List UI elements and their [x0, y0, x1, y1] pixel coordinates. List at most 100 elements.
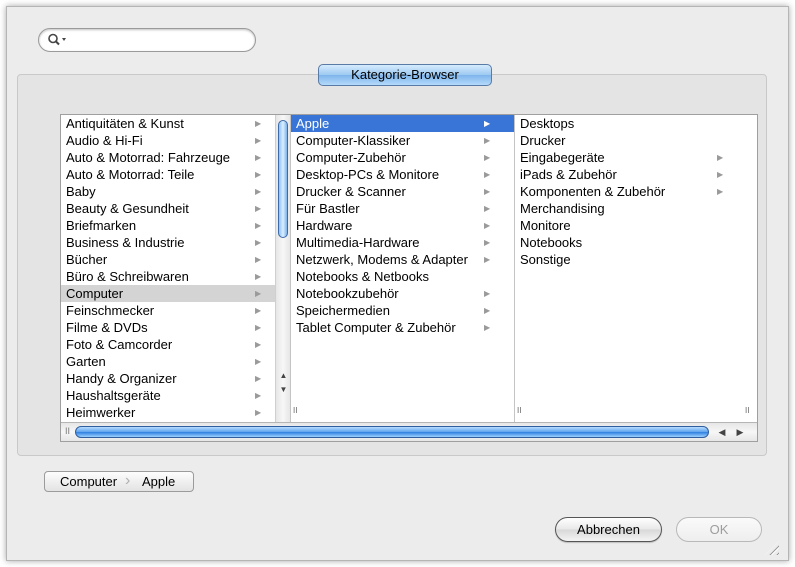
list-item-label: Handy & Organizer: [66, 371, 177, 386]
browser-column-2[interactable]: Apple ▶ Computer-Klassiker ▶ Computer-Zubehö…: [291, 115, 515, 422]
search-input[interactable]: [69, 32, 249, 48]
groupbox-title: Kategorie-Browser: [318, 64, 492, 86]
column-resize-grip-icon[interactable]: II: [745, 406, 749, 415]
list-item[interactable]: Netzwerk, Modems & Adapter ▶: [291, 251, 514, 268]
scroll-thumb[interactable]: [278, 120, 288, 238]
list-item[interactable]: Multimedia-Hardware ▶: [291, 234, 514, 251]
list-item[interactable]: Desktop-PCs & Monitore ▶: [291, 166, 514, 183]
list-item-label: Feinschmecker: [66, 303, 155, 318]
list-item[interactable]: Heimwerker ▶: [61, 404, 290, 421]
column-resize-grip-icon[interactable]: II: [293, 406, 297, 415]
list-item-label: iPads & Zubehör: [520, 167, 617, 182]
disclosure-arrow-icon: ▶: [484, 323, 491, 332]
list-item[interactable]: Hardware ▶: [291, 217, 514, 234]
list-item-label: Computer-Zubehör: [296, 150, 406, 165]
list-item[interactable]: Haushaltsgeräte ▶: [61, 387, 290, 404]
disclosure-arrow-icon: ▶: [484, 153, 491, 162]
scroll-left-icon[interactable]: ◀: [713, 425, 731, 440]
list-item-label: Auto & Motorrad: Fahrzeuge: [66, 150, 231, 165]
scroll-grip-icon: II: [65, 426, 71, 436]
list-item[interactable]: Beauty & Gesundheit ▶: [61, 200, 290, 217]
list-item[interactable]: Business & Industrie ▶: [61, 234, 290, 251]
list-item[interactable]: iPads & Zubehör ▶: [515, 166, 759, 183]
disclosure-arrow-icon: ▶: [717, 187, 724, 196]
disclosure-arrow-icon: ▶: [484, 136, 491, 145]
list-item[interactable]: Eingabegeräte ▶: [515, 149, 759, 166]
list-item[interactable]: Computer-Zubehör ▶: [291, 149, 514, 166]
list-item[interactable]: Bücher ▶: [61, 251, 290, 268]
ok-button[interactable]: OK: [676, 517, 762, 542]
list-item[interactable]: Apple ▶: [291, 115, 514, 132]
path-control[interactable]: Computer › Apple: [44, 471, 194, 492]
disclosure-arrow-icon: ▶: [255, 323, 262, 332]
list-item[interactable]: Auto & Motorrad: Teile ▶: [61, 166, 290, 183]
list-item[interactable]: Monitore: [515, 217, 759, 234]
search-field[interactable]: [38, 28, 256, 52]
list-item[interactable]: Notebooks: [515, 234, 759, 251]
list-item[interactable]: Sonstige: [515, 251, 759, 268]
disclosure-arrow-icon: ▶: [255, 289, 262, 298]
list-item[interactable]: Drucker & Scanner ▶: [291, 183, 514, 200]
list-item[interactable]: Handy & Organizer ▶: [61, 370, 290, 387]
browser-column-3[interactable]: Desktops Drucker Eingabegeräte ▶ iPads & Zub…: [515, 115, 759, 422]
disclosure-arrow-icon: ▶: [255, 255, 262, 264]
list-item[interactable]: Notebookzubehör ▶: [291, 285, 514, 302]
category-browser[interactable]: Antiquitäten & Kunst ▶ Audio & Hi-Fi ▶ Auto …: [60, 114, 758, 442]
list-item[interactable]: Auto & Motorrad: Fahrzeuge ▶: [61, 149, 290, 166]
list-item-label: Für Bastler: [296, 201, 360, 216]
disclosure-arrow-icon: ▶: [255, 408, 262, 417]
path-segment-apple[interactable]: Apple: [142, 472, 175, 491]
list-item-label: Auto & Motorrad: Teile: [66, 167, 195, 182]
path-segment-computer[interactable]: Computer: [60, 472, 117, 491]
list-item[interactable]: Drucker: [515, 132, 759, 149]
list-item[interactable]: Feinschmecker ▶: [61, 302, 290, 319]
list-item[interactable]: Tablet Computer & Zubehör ▶: [291, 319, 514, 336]
list-item-label: Notebooks & Netbooks: [296, 269, 429, 284]
disclosure-arrow-icon: ▶: [255, 187, 262, 196]
scroll-arrows[interactable]: ▲ ▼: [277, 369, 290, 399]
list-item-label: Foto & Camcorder: [66, 337, 173, 352]
disclosure-arrow-icon: ▶: [255, 272, 262, 281]
list-item[interactable]: Komponenten & Zubehör ▶: [515, 183, 759, 200]
list-item[interactable]: Computer-Klassiker ▶: [291, 132, 514, 149]
list-item[interactable]: Baby ▶: [61, 183, 290, 200]
list-item[interactable]: Antiquitäten & Kunst ▶: [61, 115, 290, 132]
list-item[interactable]: Garten ▶: [61, 353, 290, 370]
list-item[interactable]: Desktops: [515, 115, 759, 132]
list-item[interactable]: Foto & Camcorder ▶: [61, 336, 290, 353]
disclosure-arrow-icon: ▶: [255, 374, 262, 383]
list-item[interactable]: Filme & DVDs ▶: [61, 319, 290, 336]
list-item-label: Apple: [296, 116, 330, 131]
scroll-arrows[interactable]: ◀ ▶: [713, 425, 755, 440]
list-item[interactable]: Notebooks & Netbooks: [291, 268, 514, 285]
scroll-up-icon[interactable]: ▲: [277, 369, 290, 383]
list-item[interactable]: Merchandising: [515, 200, 759, 217]
list-item[interactable]: Speichermedien ▶: [291, 302, 514, 319]
list-item-label: Tablet Computer & Zubehör: [296, 320, 456, 335]
scroll-right-icon[interactable]: ▶: [731, 425, 749, 440]
column-resize-grip-icon[interactable]: II: [517, 406, 521, 415]
list-item-label: Garten: [66, 354, 106, 369]
vertical-scrollbar[interactable]: ▲ ▼: [275, 115, 290, 422]
cancel-button[interactable]: Abbrechen: [555, 517, 662, 542]
list-item[interactable]: Für Bastler ▶: [291, 200, 514, 217]
disclosure-arrow-icon: ▶: [484, 221, 491, 230]
list-item[interactable]: Audio & Hi-Fi ▶: [61, 132, 290, 149]
list-item-label: Merchandising: [520, 201, 605, 216]
list-item[interactable]: Computer ▶: [61, 285, 290, 302]
scroll-thumb[interactable]: [75, 426, 709, 438]
list-item-label: Desktops: [520, 116, 575, 131]
disclosure-arrow-icon: ▶: [255, 221, 262, 230]
list-item[interactable]: Briefmarken ▶: [61, 217, 290, 234]
list-item[interactable]: Büro & Schreibwaren ▶: [61, 268, 290, 285]
list-item-label: Heimwerker: [66, 405, 136, 420]
scroll-down-icon[interactable]: ▼: [277, 383, 290, 397]
list-item-label: Audio & Hi-Fi: [66, 133, 143, 148]
search-icon[interactable]: [47, 32, 71, 48]
list-item-label: Baby: [66, 184, 96, 199]
list-item-label: Monitore: [520, 218, 571, 233]
list-item-label: Briefmarken: [66, 218, 137, 233]
horizontal-scrollbar[interactable]: II ◀ ▶: [61, 422, 757, 441]
browser-column-1[interactable]: Antiquitäten & Kunst ▶ Audio & Hi-Fi ▶ Auto …: [61, 115, 291, 422]
list-item-label: Computer-Klassiker: [296, 133, 411, 148]
